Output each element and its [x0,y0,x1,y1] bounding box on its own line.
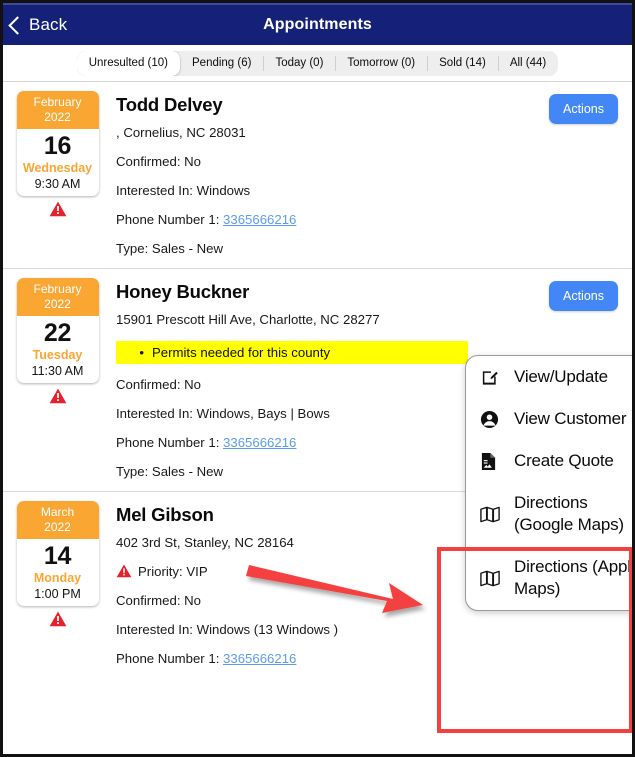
menu-item-label: Directions (Apple Maps) [514,557,632,598]
phone-number-link[interactable]: 3365666216 [223,435,296,450]
date-month: February [33,282,82,296]
tab-label: Tomorrow (0) [347,57,416,69]
page-title: Appointments [263,16,372,33]
phone-number-link[interactable]: 3365666216 [223,651,296,666]
tab-label: Pending (6) [192,57,252,69]
phone-number-label: Phone Number 1: [116,435,220,450]
date-day-number: 14 [43,542,72,570]
map-icon [480,506,510,523]
customer-address: 15901 Prescott Hill Ave, Charlotte, NC 2… [116,312,380,327]
menu-item-label: Create Quote [514,451,614,470]
phone-number-label: Phone Number 1: [116,212,220,227]
warning-triangle-icon [49,201,67,220]
actions-button[interactable]: Actions [549,94,618,124]
document-icon [480,452,510,471]
date-column: February 2022 16 Wednesday 9:30 AM [3,91,100,259]
phone-number-row: Phone Number 1: 3365666216 [116,212,624,228]
date-badge: February 2022 22 Tuesday 11:30 AM [16,278,99,383]
date-day-number: 22 [43,319,72,347]
tab-today[interactable]: Today (0) [263,51,335,76]
pencil-square-icon [480,368,510,387]
tab-sold[interactable]: Sold (14) [427,51,498,76]
phone-number-link[interactable]: 3365666216 [223,212,296,227]
date-time: 11:30 AM [31,364,84,378]
date-time: 1:00 PM [34,587,81,601]
date-weekday: Monday [33,571,82,585]
menu-item-view-customer[interactable]: View Customer [466,398,632,440]
warning-triangle-icon [116,564,132,580]
phone-number-label: Phone Number 1: [116,651,220,666]
date-badge: March 2022 14 Monday 1:00 PM [16,501,99,606]
date-year: 2022 [44,296,71,311]
chevron-left-icon [8,15,27,35]
segmented-tab-bar: Unresulted (10) Pending (6) Today (0) To… [76,50,559,76]
warning-triangle-icon [49,388,67,407]
date-column: February 2022 22 Tuesday 11:30 AM [3,278,100,482]
appointment-row[interactable]: February 2022 16 Wednesday 9:30 AM Todd … [3,82,632,269]
back-button[interactable]: Back [8,15,68,35]
tab-unresulted[interactable]: Unresulted (10) [76,50,180,76]
confirmed-status: Confirmed: No [116,154,202,169]
appointment-note-text: Permits needed for this county [152,345,331,360]
screenshot-root: Back Appointments Unresulted (10) Pendin… [0,0,635,757]
tab-label: Today (0) [275,57,324,69]
menu-item-directions-apple-maps[interactable]: Directions (Apple Maps) [466,546,632,610]
appointment-type: Type: Sales - New [116,241,224,256]
tab-label: Unresulted (10) [88,57,168,69]
date-month: February [33,95,82,109]
date-month-year: March 2022 [16,501,99,539]
date-weekday: Tuesday [32,348,83,362]
tab-tomorrow[interactable]: Tomorrow (0) [335,51,427,76]
date-year: 2022 [44,519,71,534]
bullet-icon: • [139,345,144,360]
date-weekday: Wednesday [22,161,93,175]
map-icon [480,570,510,587]
menu-item-label: View/Update [514,367,608,386]
date-month-year: February 2022 [16,278,99,316]
customer-name: Honey Buckner [116,281,250,302]
date-time: 9:30 AM [34,177,81,191]
menu-item-directions-google-maps[interactable]: Directions (Google Maps) [466,482,632,546]
warning-triangle-icon [49,611,67,630]
tab-pending[interactable]: Pending (6) [180,51,263,76]
interested-in: Interested In: Windows [116,183,251,198]
priority-label: Priority: VIP [138,564,208,579]
back-button-label: Back [29,15,68,34]
person-circle-icon [480,410,510,429]
customer-address: , Cornelius, NC 28031 [116,125,246,140]
date-day-number: 16 [43,132,72,160]
menu-item-create-quote[interactable]: Create Quote [466,440,632,482]
interested-in: Interested In: Windows (13 Windows ) [116,622,339,637]
actions-button[interactable]: Actions [549,281,618,311]
date-month-year: February 2022 [16,91,99,129]
menu-item-label: Directions (Google Maps) [514,493,624,534]
tab-label: Sold (14) [439,57,486,69]
customer-name: Todd Delvey [116,94,223,115]
actions-context-menu: View/Update View Customer Create Quote D… [465,355,632,611]
date-column: March 2022 14 Monday 1:00 PM [3,501,100,669]
date-month: March [40,505,75,519]
tab-all[interactable]: All (44) [497,51,558,76]
tab-label: All (44) [509,57,547,69]
date-year: 2022 [44,109,71,124]
app-screen: Back Appointments Unresulted (10) Pendin… [3,3,632,754]
menu-item-label: View Customer [514,409,627,428]
date-badge: February 2022 16 Wednesday 9:30 AM [16,91,99,196]
tab-bar-container: Unresulted (10) Pending (6) Today (0) To… [3,45,632,82]
menu-item-view-update[interactable]: View/Update [466,356,632,398]
phone-number-row: Phone Number 1: 3365666216 [116,651,624,667]
appointment-note: • Permits needed for this county [116,341,468,364]
navigation-bar: Back Appointments [3,3,632,45]
